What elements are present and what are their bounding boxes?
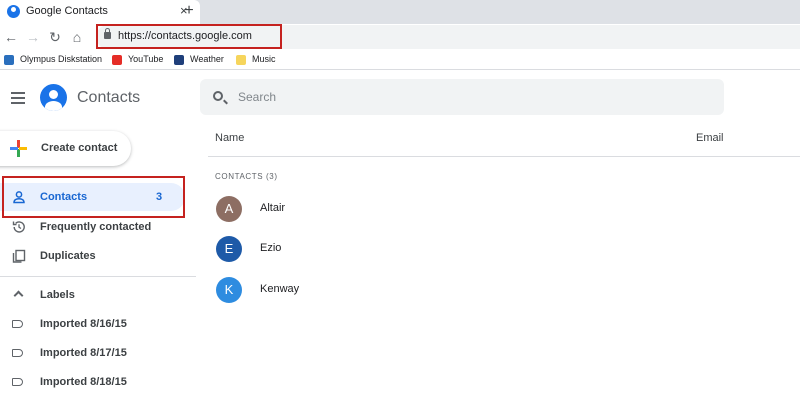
- music-bookmark-icon: [236, 55, 246, 65]
- label-icon: [12, 378, 23, 386]
- duplicate-icon: [12, 249, 26, 263]
- labels-header[interactable]: Labels: [0, 281, 185, 309]
- column-header-name[interactable]: Name: [215, 132, 244, 144]
- search-bar[interactable]: [200, 79, 724, 115]
- column-header-email[interactable]: Email: [696, 132, 724, 144]
- contacts-logo-icon: [40, 84, 67, 111]
- contact-row[interactable]: K Kenway: [208, 273, 800, 307]
- contacts-favicon-icon: [7, 5, 20, 18]
- history-icon: [12, 221, 25, 233]
- weather-bookmark-icon: [174, 55, 184, 65]
- home-icon[interactable]: ⌂: [69, 29, 85, 45]
- contact-row[interactable]: E Ezio: [208, 232, 800, 266]
- contacts-highlight-box: [2, 176, 185, 218]
- bookmark-youtube[interactable]: YouTube: [128, 54, 163, 64]
- sidebar-label-imported-8-17[interactable]: Imported 8/17/15: [0, 339, 185, 367]
- label-icon: [12, 349, 23, 357]
- app-title: Contacts: [77, 89, 141, 106]
- bookmark-olympus[interactable]: Olympus Diskstation: [20, 54, 102, 64]
- olympus-bookmark-icon: [4, 55, 14, 65]
- back-arrow-icon[interactable]: ←: [3, 29, 19, 45]
- url-highlight-box: [96, 24, 282, 49]
- chevron-up-icon[interactable]: [13, 290, 24, 301]
- contact-row[interactable]: A Altair: [208, 192, 800, 226]
- sidebar-item-frequently-contacted[interactable]: Frequently contacted: [0, 213, 185, 241]
- bookmark-weather[interactable]: Weather: [190, 54, 224, 64]
- avatar: A: [216, 196, 242, 222]
- sidebar-item-duplicates[interactable]: Duplicates: [0, 242, 185, 270]
- sidebar-label-imported-8-18[interactable]: Imported 8/18/15: [0, 368, 185, 396]
- avatar: E: [216, 236, 242, 262]
- contact-name: Kenway: [260, 283, 300, 295]
- bookmarks-bar: Olympus Diskstation YouTube Weather Musi…: [0, 52, 800, 70]
- labels-header-text: Labels: [40, 289, 75, 301]
- contacts-section-header: CONTACTS (3): [215, 172, 278, 181]
- header-divider: [208, 156, 800, 157]
- sidebar-divider: [0, 276, 196, 277]
- youtube-bookmark-icon: [112, 55, 122, 65]
- tab-title: Google Contacts: [26, 5, 108, 17]
- browser-tabstrip: Google Contacts × +: [0, 0, 800, 24]
- browser-tab[interactable]: Google Contacts ×: [0, 0, 200, 24]
- create-contact-label: Create contact: [41, 142, 118, 154]
- search-input[interactable]: [238, 87, 698, 107]
- label-name: Imported 8/18/15: [40, 376, 127, 388]
- sidebar-label-imported-8-16[interactable]: Imported 8/16/15: [0, 310, 185, 338]
- main-menu-icon[interactable]: [11, 92, 25, 104]
- label-name: Imported 8/17/15: [40, 347, 127, 359]
- contact-name: Ezio: [260, 242, 282, 254]
- sidebar-item-label: Frequently contacted: [40, 221, 152, 233]
- create-contact-button[interactable]: Create contact: [0, 131, 131, 166]
- sidebar-item-label: Duplicates: [40, 250, 96, 262]
- avatar: K: [216, 277, 242, 303]
- label-name: Imported 8/16/15: [40, 318, 127, 330]
- forward-arrow-icon[interactable]: →: [25, 29, 41, 45]
- search-icon[interactable]: [213, 91, 223, 101]
- bookmark-music[interactable]: Music: [252, 54, 276, 64]
- plus-icon: [10, 140, 27, 157]
- label-icon: [12, 320, 23, 328]
- new-tab-button[interactable]: +: [180, 2, 198, 20]
- reload-icon[interactable]: ↻: [47, 29, 63, 46]
- contacts-app: Contacts Create contact Contacts 3 Frequ…: [0, 71, 800, 410]
- contact-name: Altair: [260, 202, 286, 214]
